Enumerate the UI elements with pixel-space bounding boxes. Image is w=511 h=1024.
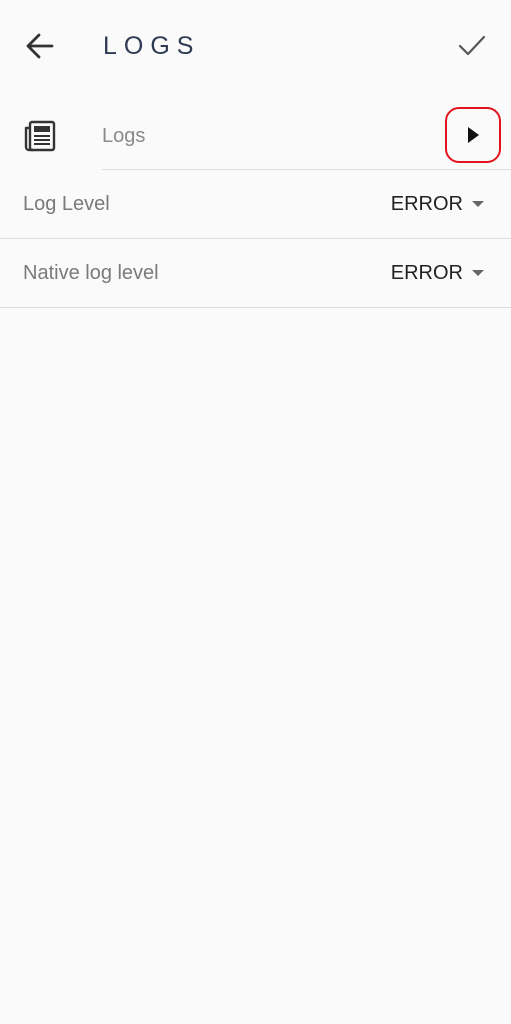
log-level-dropdown[interactable]: ERROR [391, 190, 484, 218]
check-icon [458, 35, 486, 56]
native-log-level-dropdown[interactable]: ERROR [391, 259, 484, 287]
back-button[interactable] [20, 28, 60, 64]
dropdown-caret-icon [472, 270, 484, 276]
app-bar: LOGS [0, 0, 511, 92]
native-log-level-row: Native log level ERROR [0, 239, 511, 308]
arrow-left-icon [26, 33, 54, 59]
dropdown-caret-icon [472, 201, 484, 207]
page-title: LOGS [103, 32, 201, 60]
open-logs-button[interactable] [445, 107, 501, 163]
native-log-level-label: Native log level [23, 262, 159, 284]
play-arrow-icon [468, 127, 479, 143]
log-level-row: Log Level ERROR [0, 170, 511, 239]
newspaper-icon [24, 120, 56, 152]
native-log-level-value: ERROR [390, 262, 463, 284]
logs-row[interactable]: Logs [0, 100, 511, 170]
log-level-label: Log Level [23, 193, 110, 215]
logs-label: Logs [102, 125, 146, 147]
confirm-button[interactable] [452, 28, 492, 64]
log-level-value: ERROR [390, 193, 463, 215]
